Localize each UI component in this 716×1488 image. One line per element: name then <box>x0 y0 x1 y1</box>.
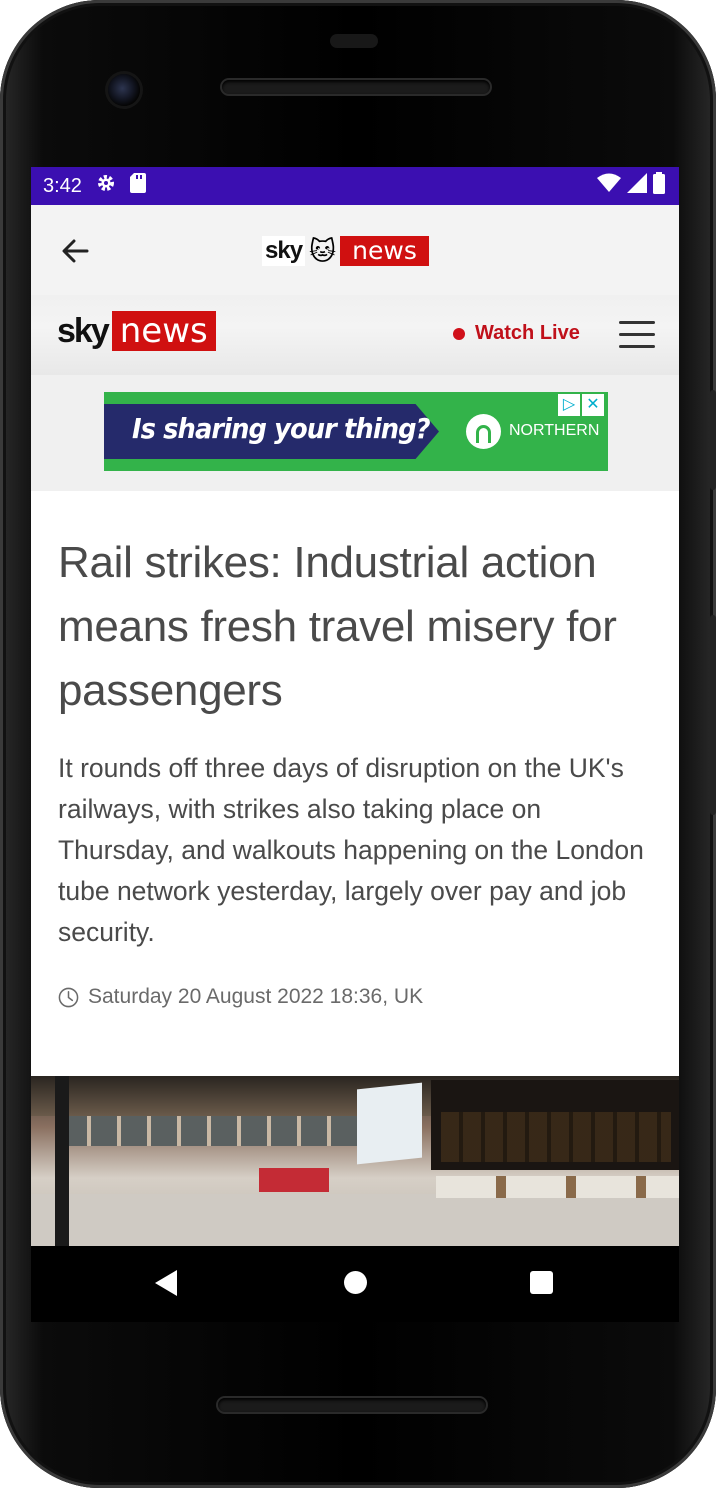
nav-home-icon[interactable] <box>344 1271 367 1294</box>
article-headline: Rail strikes: Industrial action means fr… <box>58 538 617 715</box>
timestamp-text: Saturday 20 August 2022 18:36, UK <box>88 985 424 1008</box>
hero-pillar <box>55 1076 69 1246</box>
article-standfirst: It rounds off three days of disruption o… <box>58 753 644 947</box>
ad-choices[interactable]: ▷ ✕ <box>558 394 604 416</box>
site-logo-sky: sky <box>57 311 110 350</box>
northern-logo-icon <box>466 414 501 449</box>
sky-news-logo[interactable]: sky news <box>57 311 216 351</box>
hero-ad-screen <box>357 1082 422 1165</box>
app-logo-news: news <box>340 236 429 266</box>
ad-brand: NORTHERN <box>509 422 600 439</box>
article: Rail strikes: Industrial action means fr… <box>31 491 679 1009</box>
hero-kiosks <box>436 1176 679 1198</box>
article-hero-image[interactable] <box>31 1076 679 1246</box>
app-logo-sky: sky <box>262 236 306 266</box>
android-nav-bar <box>31 1246 679 1322</box>
screen: 3:42 sky 🐱 news sky news Watch Live Is s… <box>31 167 679 1322</box>
nav-back-icon[interactable] <box>155 1270 177 1296</box>
live-dot-icon <box>453 327 465 340</box>
status-right-icons <box>597 172 665 200</box>
app-bar: sky 🐱 news <box>31 205 679 295</box>
battery-icon <box>653 172 665 200</box>
signal-icon <box>627 173 647 199</box>
proximity-sensor <box>330 34 378 48</box>
hero-departure-rows <box>441 1112 671 1162</box>
ad-info-icon[interactable]: ▷ <box>558 394 580 416</box>
power-button <box>710 390 716 490</box>
status-bar: 3:42 <box>31 167 679 205</box>
sd-card-icon <box>129 173 146 199</box>
ad-headline: Is sharing your thing? <box>132 412 431 445</box>
article-timestamp: Saturday 20 August 2022 18:36, UK <box>58 985 653 1009</box>
bottom-speaker <box>218 1398 486 1412</box>
hamburger-menu-icon[interactable] <box>619 321 655 349</box>
watch-live-label: Watch Live <box>475 322 580 344</box>
ad-area: Is sharing your thing? NORTHERN ▷ ✕ <box>31 375 679 491</box>
clock-icon <box>58 987 79 1007</box>
watch-live-link[interactable]: Watch Live <box>453 322 580 345</box>
wifi-icon <box>597 173 621 199</box>
phone-frame: 3:42 sky 🐱 news sky news Watch Live Is s… <box>0 0 716 1488</box>
gear-icon <box>96 173 116 199</box>
earpiece-speaker <box>222 80 490 94</box>
back-arrow-icon[interactable] <box>59 235 91 267</box>
hero-floor <box>31 1194 679 1246</box>
app-logo: sky 🐱 news <box>262 235 429 267</box>
site-logo-news: news <box>111 311 216 351</box>
ad-banner[interactable]: Is sharing your thing? NORTHERN ▷ ✕ <box>104 392 608 471</box>
volume-button <box>710 615 716 815</box>
hero-windows <box>61 1116 361 1146</box>
status-time: 3:42 <box>43 174 82 197</box>
site-header: sky news Watch Live <box>31 295 679 375</box>
ad-close-icon[interactable]: ✕ <box>582 394 604 416</box>
front-camera-icon <box>108 74 140 106</box>
cat-emoji-icon: 🐱 <box>309 235 337 266</box>
nav-recents-icon[interactable] <box>530 1271 553 1294</box>
hero-red-sign <box>259 1168 329 1192</box>
